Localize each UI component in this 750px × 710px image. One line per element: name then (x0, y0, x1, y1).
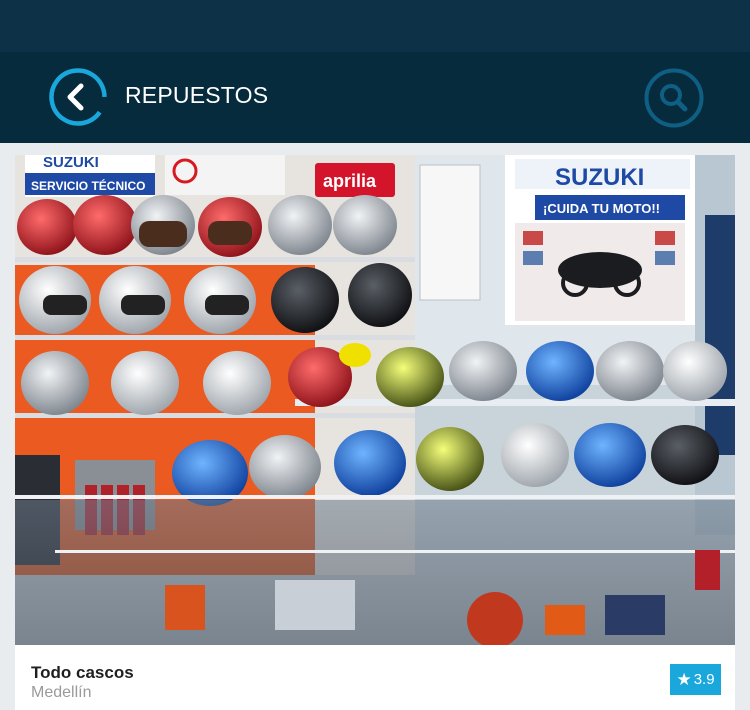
rating-value: 3.9 (693, 671, 715, 688)
listing-area: SUZUKI SERVICIO TÉCNICO aprilia SUZUKI ¡… (0, 143, 750, 710)
search-icon (644, 68, 704, 128)
store-city: Medellín (31, 684, 92, 701)
rating-badge: ★ 3.9 (670, 664, 721, 695)
service-sign-text: SERVICIO TÉCNICO (31, 178, 145, 193)
aprilia-sign-text: aprilia (323, 171, 377, 191)
poster-slogan-text: ¡CUIDA TU MOTO!! (543, 201, 660, 216)
search-button[interactable] (643, 67, 705, 129)
page-title: REPUESTOS (125, 82, 269, 108)
store-name: Todo cascos (31, 663, 134, 682)
star-icon: ★ (676, 670, 692, 689)
suzuki-poster-text: SUZUKI (555, 164, 644, 191)
status-bar (0, 0, 750, 52)
suzuki-sign-text: SUZUKI (43, 155, 99, 171)
store-card[interactable]: SUZUKI SERVICIO TÉCNICO aprilia SUZUKI ¡… (15, 155, 735, 710)
chevron-left-circle-icon (49, 68, 107, 126)
app-bar: REPUESTOS (0, 52, 750, 143)
back-button[interactable] (48, 67, 108, 127)
store-photo: SUZUKI SERVICIO TÉCNICO aprilia SUZUKI ¡… (15, 155, 735, 645)
